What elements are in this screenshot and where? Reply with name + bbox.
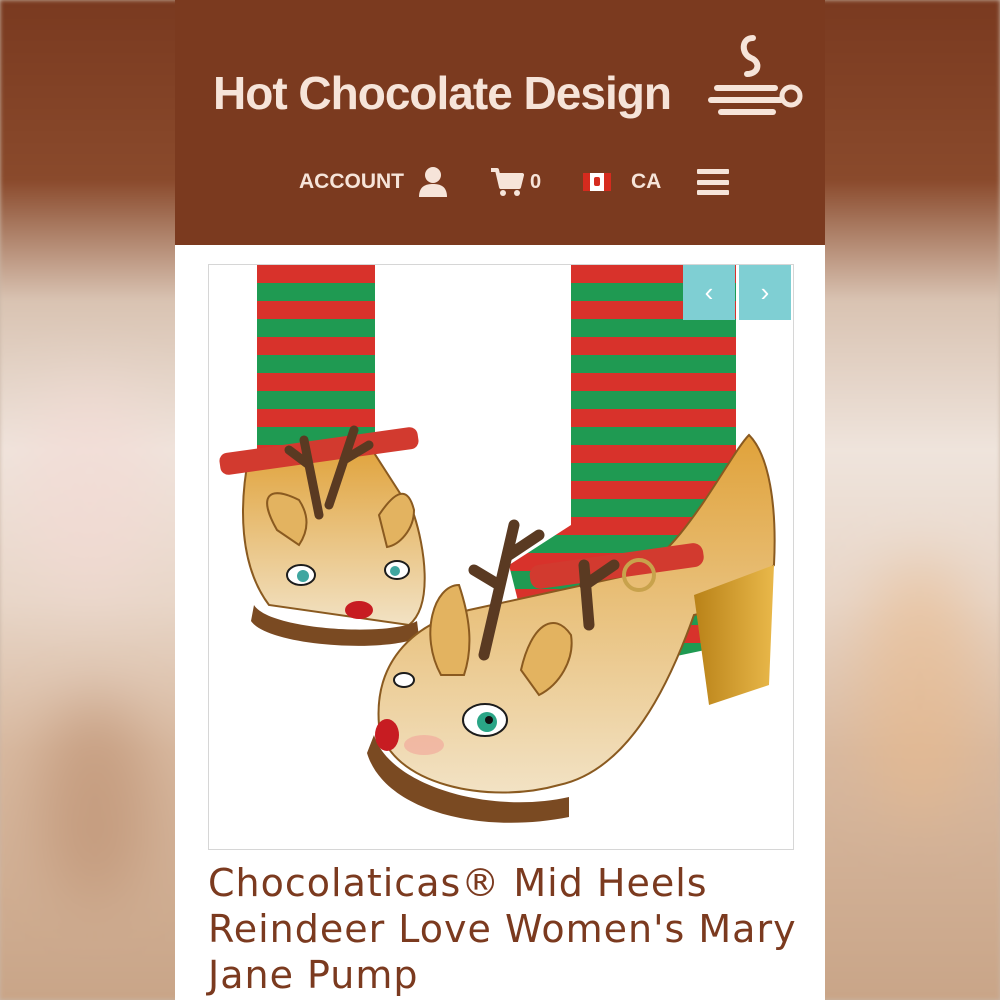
menu-button[interactable] [697, 160, 729, 204]
canada-flag-icon [583, 173, 611, 191]
site-logo[interactable]: Hot Chocolate Design [213, 66, 672, 120]
cart-icon [491, 168, 524, 196]
header-nav: ACCOUNT 0 CA [175, 160, 825, 204]
product-title: Chocolaticas® Mid Heels Reindeer Love Wo… [208, 861, 797, 997]
account-link[interactable]: ACCOUNT [299, 160, 448, 204]
site-header: Hot Chocolate Design ACCOUNT 0 CA [175, 0, 825, 245]
product-photo [219, 265, 776, 823]
carousel-prev-button[interactable]: ‹ [683, 265, 735, 320]
cart-link[interactable]: 0 [490, 160, 541, 204]
carousel-next-button[interactable]: › [739, 265, 791, 320]
locale-label: CA [631, 170, 662, 193]
account-label: ACCOUNT [299, 170, 404, 193]
product-image-carousel: ‹ › [208, 264, 794, 850]
hamburger-menu-icon [697, 169, 729, 195]
hot-chocolate-cup-icon [708, 35, 803, 115]
cart-count: 0 [530, 170, 542, 193]
user-icon [419, 167, 447, 197]
locale-selector[interactable]: CA [583, 160, 661, 204]
page-viewport: Hot Chocolate Design ACCOUNT 0 CA ‹ › Ch… [175, 0, 825, 1000]
